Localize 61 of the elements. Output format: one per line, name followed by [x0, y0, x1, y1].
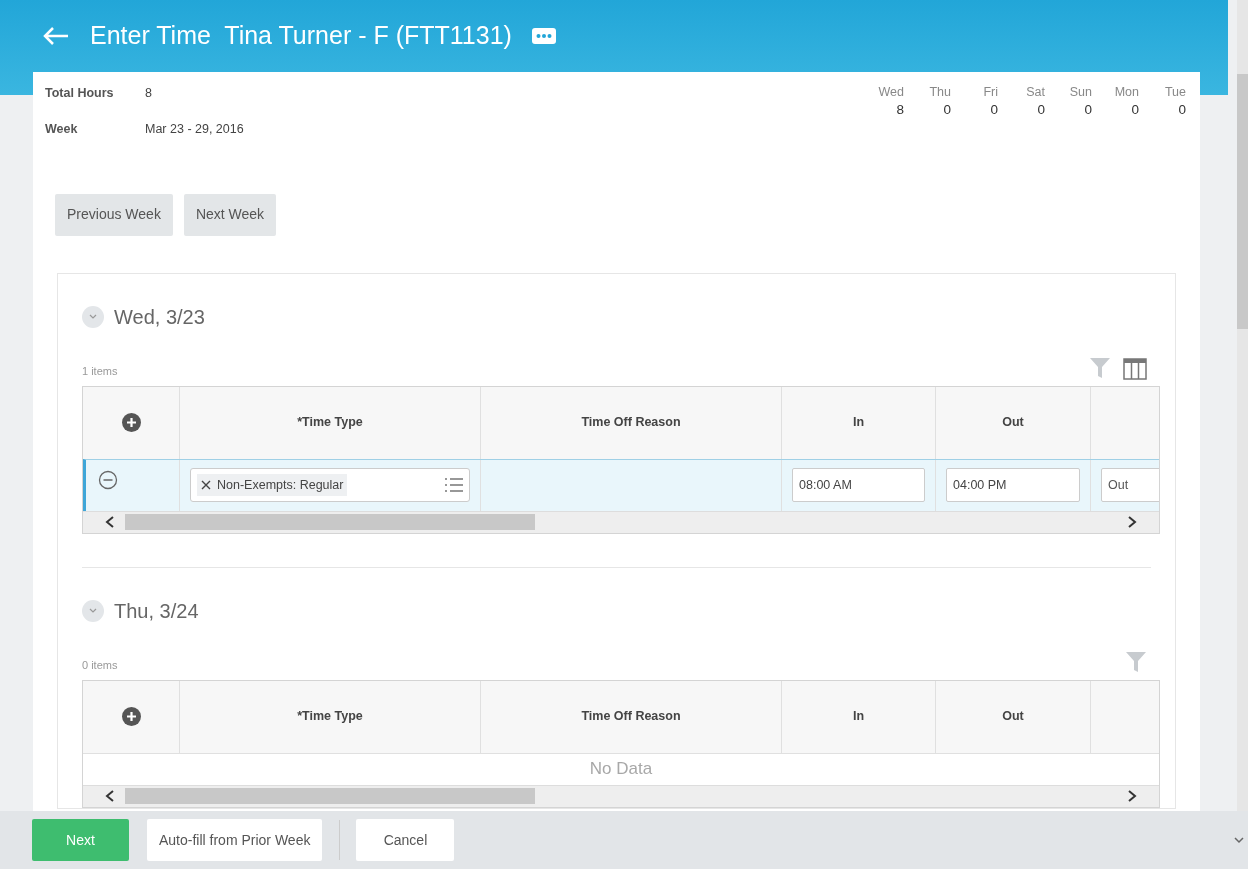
scroll-left-icon[interactable]: [105, 790, 115, 802]
collapse-toggle[interactable]: [82, 305, 104, 328]
day-hours: 8: [896, 101, 904, 118]
scroll-right-icon[interactable]: [1127, 516, 1137, 528]
day-label: Tue: [1164, 84, 1186, 101]
table-row[interactable]: Non-Exempts: Regular 08:00 AM 04:00 PM Out: [83, 458, 1159, 511]
day-hours: 0: [1084, 101, 1092, 118]
time-type-field[interactable]: Non-Exempts: Regular: [190, 468, 470, 502]
horizontal-scrollbar[interactable]: [83, 510, 1159, 533]
day-label: Wed: [878, 84, 904, 101]
day-hours: 0: [1037, 101, 1045, 118]
empty-message: No Data: [589, 758, 653, 781]
page-title: Enter Time Tina Turner - F (FTT1131): [90, 20, 512, 52]
field-value: 8: [145, 85, 152, 102]
field-value: Mar 23 - 29, 2016: [145, 120, 244, 138]
column-header: *Time Type: [297, 708, 363, 726]
field-label: Total Hours: [45, 85, 115, 102]
time-input[interactable]: Out: [1101, 468, 1159, 502]
week-button[interactable]: Previous Week: [55, 193, 173, 236]
day-hours: 0: [943, 101, 951, 118]
chevron-down-icon[interactable]: [1234, 836, 1244, 844]
remove-row-icon[interactable]: [98, 469, 118, 490]
add-row-icon[interactable]: [121, 707, 141, 726]
day-label: Thu: [929, 84, 951, 101]
back-arrow-icon[interactable]: [42, 26, 70, 46]
item-count: 0 items: [82, 658, 118, 673]
day-heading: Thu, 3/24: [114, 598, 199, 624]
time-input[interactable]: 08:00 AM: [792, 468, 925, 502]
selected-value: Non-Exempts: Regular: [217, 476, 344, 494]
day-hours: 0: [1131, 101, 1139, 118]
day-hours: 0: [990, 101, 998, 118]
close-icon[interactable]: [201, 480, 211, 490]
column-header: In: [852, 708, 865, 726]
horizontal-scrollbar[interactable]: [83, 784, 1159, 807]
day-label: Sat: [1026, 84, 1045, 101]
time-input[interactable]: 04:00 PM: [946, 468, 1080, 502]
action-button[interactable]: Cancel: [356, 819, 455, 861]
day-label: Mon: [1114, 84, 1139, 101]
column-header: *Time Type: [297, 414, 363, 432]
day-label: Sun: [1069, 84, 1092, 101]
field-label: Week: [45, 120, 79, 138]
column-header: In: [852, 414, 865, 432]
chevron-down-icon: [89, 607, 97, 614]
item-count: 1 items: [82, 364, 118, 379]
more-options-icon[interactable]: [531, 27, 556, 45]
scroll-right-icon[interactable]: [1127, 790, 1137, 802]
list-icon[interactable]: [445, 478, 463, 492]
columns-icon[interactable]: [1123, 357, 1147, 380]
column-header: Time Off Reason: [581, 414, 681, 432]
collapse-toggle[interactable]: [82, 599, 104, 622]
action-button[interactable]: Auto-fill from Prior Week: [147, 819, 323, 861]
add-row-icon[interactable]: [121, 413, 141, 432]
chevron-down-icon: [89, 313, 97, 320]
column-header: Out: [1002, 414, 1024, 432]
day-label: Fri: [983, 84, 998, 101]
column-header: Out: [1002, 708, 1024, 726]
day-hours: 0: [1178, 101, 1186, 118]
scroll-left-icon[interactable]: [105, 516, 115, 528]
week-button[interactable]: Next Week: [183, 193, 277, 236]
column-header: Time Off Reason: [581, 708, 681, 726]
day-heading: Wed, 3/23: [114, 304, 205, 330]
